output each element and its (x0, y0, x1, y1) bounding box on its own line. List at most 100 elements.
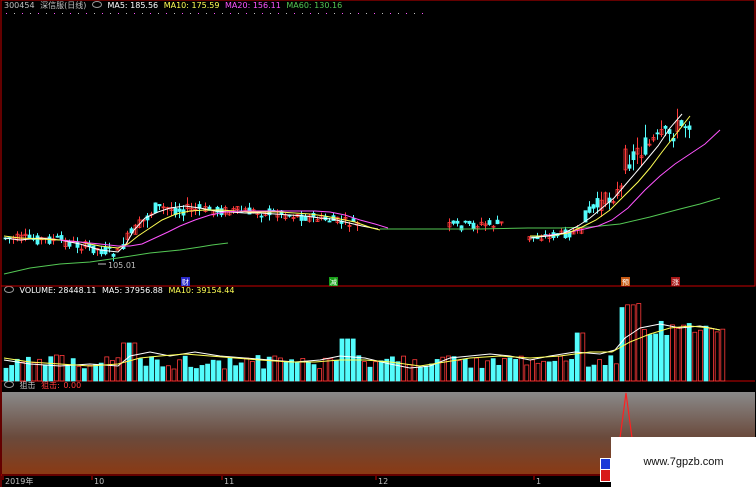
volume-bar (546, 361, 552, 382)
event-tag-text: 预 (622, 278, 629, 287)
tick-dot (270, 13, 271, 14)
tick-dot (110, 13, 111, 14)
volume-bar (283, 362, 289, 382)
volume-bar (182, 355, 188, 382)
volume-bar (98, 362, 104, 382)
volume-bar (630, 304, 636, 382)
tick-dot (30, 13, 31, 14)
candle (467, 220, 472, 224)
volume-bar (238, 362, 244, 382)
time-label: 11 (224, 477, 234, 486)
volume-bar (126, 342, 132, 382)
volume-bar (580, 332, 586, 382)
event-tag-text: 涨 (672, 278, 679, 287)
volume-bar (93, 364, 98, 382)
candle (451, 220, 456, 224)
tick-dot (166, 13, 167, 14)
volume-bar (720, 328, 726, 382)
tick-dot (62, 13, 63, 14)
volume-bar (188, 366, 194, 382)
candle (683, 126, 688, 129)
volume-bar (479, 367, 485, 382)
candle (463, 220, 468, 223)
time-axis: 2019年 10 11 12 1 (2, 476, 541, 486)
volume-bar (647, 334, 653, 382)
tick-dot (382, 13, 383, 14)
event-tags: 财 减 预 涨 (181, 277, 680, 287)
volume-bar (65, 364, 70, 382)
tick-dot (406, 13, 407, 14)
volume-bar (233, 365, 239, 382)
volume-bar (563, 360, 569, 382)
volume-bar (558, 355, 563, 382)
moving-averages (3, 113, 721, 275)
volume-bar (417, 366, 423, 382)
volume-bar (513, 359, 518, 382)
tick-dot (142, 13, 143, 14)
volume-bar (602, 364, 608, 382)
candle (157, 204, 162, 207)
tick-dot (366, 13, 367, 14)
tick-dot (310, 13, 311, 14)
candle (67, 241, 72, 247)
volume-bar (70, 358, 76, 382)
candle (177, 208, 182, 212)
volume-bar (501, 358, 507, 382)
volume-bar (490, 358, 496, 382)
volume-bar (104, 356, 110, 382)
ma20-line (539, 129, 721, 237)
tick-dot (118, 13, 119, 14)
volume-bar (160, 366, 166, 382)
volume-bar (294, 362, 300, 382)
candle (111, 253, 116, 257)
volume-bar (485, 360, 491, 382)
volume-bar (686, 323, 692, 382)
volume-bar (361, 361, 367, 382)
candle (687, 125, 692, 130)
candle (595, 198, 600, 208)
volume-bar (227, 357, 233, 382)
stock-chart[interactable]: 105.01 财 减 预 涨 2019年 10 11 12 1 (0, 0, 756, 487)
volume-bar (54, 354, 59, 382)
candle (47, 236, 52, 244)
volume-bar (698, 329, 703, 382)
volume-bar (42, 364, 48, 382)
volume-bar (378, 360, 384, 382)
volume-bar (518, 355, 524, 382)
candle (59, 235, 64, 240)
volume-bar (110, 360, 115, 382)
volume-bar (132, 342, 138, 382)
volume-bar (311, 364, 317, 382)
volume-bar (272, 355, 278, 382)
volume-bar (249, 360, 255, 382)
volume-bar (530, 359, 535, 382)
tick-dot (278, 13, 279, 14)
tick-dot (342, 13, 343, 14)
volume-bar (367, 366, 373, 382)
volume-bar (395, 361, 401, 382)
tick-dot (398, 13, 399, 14)
volume-bar (305, 361, 311, 382)
volume-bar (636, 303, 642, 382)
volume-bar (171, 368, 177, 382)
tick-dot (254, 13, 255, 14)
candle (495, 219, 500, 225)
volume-bar (608, 355, 614, 382)
tick-dot (318, 13, 319, 14)
candle (327, 220, 332, 223)
tick-dot (14, 13, 15, 14)
volume-bar (373, 361, 379, 382)
volume-bar (115, 357, 121, 382)
candle (663, 125, 668, 129)
candle (591, 204, 596, 209)
volume-bar (535, 362, 541, 382)
corner-badge-red (601, 470, 610, 481)
volume-bar (48, 356, 54, 382)
candle (259, 215, 264, 218)
price-panel-frame (0, 0, 756, 287)
volume-bar (412, 359, 418, 382)
volume-bar (199, 365, 205, 382)
volume-bar (87, 365, 93, 382)
top-tick-row (6, 13, 423, 14)
volume-bar (76, 365, 82, 382)
